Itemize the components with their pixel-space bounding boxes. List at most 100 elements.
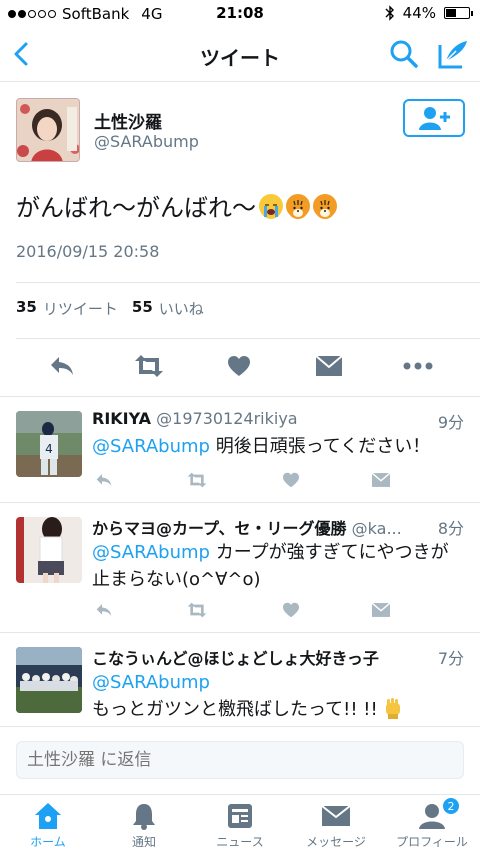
- author-handle[interactable]: @SARAbump: [94, 132, 199, 151]
- reply-header: こなうぃんど@ほじょどしょ大好きっ子 7分: [92, 645, 464, 669]
- reply-button[interactable]: [92, 599, 116, 621]
- tweet-actions: [0, 348, 480, 384]
- reply-actions: [92, 599, 392, 621]
- reply-author-handle[interactable]: @ka...: [352, 519, 402, 538]
- bell-icon: [129, 801, 159, 831]
- tab-label: 通知: [131, 835, 156, 849]
- like-label[interactable]: いいね: [159, 298, 204, 319]
- tweet-text: がんばれ〜がんばれ〜: [16, 190, 466, 226]
- bluetooth-icon: [385, 5, 394, 21]
- reply-header: RIKIYA @19730124rikiya 9分: [92, 409, 464, 433]
- tab-home[interactable]: ホーム: [0, 795, 96, 854]
- battery-percent: 44%: [402, 4, 436, 22]
- battery-icon: [444, 7, 473, 19]
- raised-fist-icon: [385, 698, 400, 719]
- status-right: 44%: [385, 4, 473, 22]
- svg-text:4: 4: [45, 442, 53, 456]
- reply-text: @SARAbump カープが強すぎてにやつきが止まらない(o^∀^o): [92, 539, 464, 593]
- search-icon[interactable]: [388, 38, 420, 70]
- like-button[interactable]: [279, 599, 303, 621]
- reply-avatar[interactable]: [16, 647, 82, 713]
- reply-input[interactable]: [16, 741, 464, 779]
- reply-body: もっとガツンと檄飛ばしたって!! !!: [92, 699, 378, 720]
- mention-link[interactable]: @SARAbump: [92, 672, 210, 693]
- reply-time: 9分: [433, 409, 464, 433]
- reply-icon: [51, 357, 73, 375]
- retweet-icon: [135, 355, 163, 377]
- reply-body: 明後日頑張ってください！: [209, 436, 431, 457]
- direct-message-button[interactable]: [369, 469, 393, 491]
- retweet-button[interactable]: [185, 599, 209, 621]
- retweet-button[interactable]: [185, 469, 209, 491]
- mention-link[interactable]: @SARAbump: [92, 542, 210, 563]
- like-heart-icon: [283, 602, 299, 618]
- tab-bar: ホーム 通知 ニュース メッセージ 2 プロフィール: [0, 794, 480, 854]
- reply-author-handle[interactable]: @19730124rikiya: [156, 409, 297, 428]
- mention-link[interactable]: @SARAbump: [92, 436, 210, 457]
- compose-icon[interactable]: [436, 37, 470, 71]
- reply-button[interactable]: [44, 348, 80, 384]
- retweet-icon: [187, 602, 207, 618]
- reply-composer: [0, 726, 480, 794]
- news-icon: [225, 801, 255, 831]
- direct-message-button[interactable]: [311, 348, 347, 384]
- retweet-button[interactable]: [131, 348, 167, 384]
- tweet-stats: 35 リツイート 55 いいね: [16, 298, 204, 319]
- tab-messages[interactable]: メッセージ: [288, 795, 384, 854]
- notification-badge: 2: [442, 797, 460, 815]
- like-heart-icon: [228, 356, 250, 376]
- home-icon: [33, 801, 63, 831]
- retweet-label[interactable]: リツイート: [43, 298, 118, 319]
- reply-author-name[interactable]: こなうぃんど@ほじょどしょ大好きっ子: [92, 649, 379, 668]
- more-button[interactable]: [400, 348, 436, 384]
- add-user-icon: [419, 107, 450, 130]
- tab-label: ニュース: [216, 835, 264, 849]
- reply-author-name[interactable]: RIKIYA: [92, 409, 151, 428]
- reply-time: 7分: [433, 645, 464, 669]
- reply-text: @SARAbump 明後日頑張ってください！: [92, 433, 464, 460]
- direct-message-icon: [316, 356, 342, 376]
- direct-message-icon: [372, 603, 390, 617]
- tweet-body: がんばれ〜がんばれ〜: [16, 194, 256, 222]
- reply-time: 8分: [433, 515, 464, 539]
- reply-icon: [96, 604, 112, 616]
- follow-button[interactable]: [403, 99, 465, 137]
- tab-notifications[interactable]: 通知: [96, 795, 192, 854]
- reply-text: @SARAbump もっとガツンと檄飛ばしたって!! !!: [92, 669, 464, 723]
- loudly-crying-face-icon: [259, 194, 283, 219]
- reply-tweet[interactable]: こなうぃんど@ほじょどしょ大好きっ子 7分 @SARAbump もっとガツンと檄飛…: [0, 632, 480, 726]
- tab-news[interactable]: ニュース: [192, 795, 288, 854]
- reply-actions: [92, 469, 392, 491]
- divider: [16, 338, 480, 339]
- like-heart-icon: [283, 472, 299, 488]
- reply-avatar[interactable]: [16, 517, 82, 583]
- tab-label: プロフィール: [396, 835, 468, 849]
- reply-button[interactable]: [92, 469, 116, 491]
- reply-icon: [96, 474, 112, 486]
- avatar[interactable]: [16, 98, 80, 162]
- tweet-author: 土性沙羅 @SARAbump: [16, 98, 466, 168]
- reply-author-name[interactable]: からマヨ@カープ、セ・リーグ優勝: [92, 519, 347, 538]
- more-dots-icon: [403, 362, 433, 370]
- like-button[interactable]: [279, 469, 303, 491]
- reply-header: からマヨ@カープ、セ・リーグ優勝 @ka... 8分: [92, 515, 464, 539]
- like-button[interactable]: [221, 348, 257, 384]
- tiger-face-icon: [286, 194, 310, 219]
- tiger-face-icon: [313, 194, 337, 219]
- reply-tweet[interactable]: 4 RIKIYA @19730124rikiya 9分 @SARAbump 明後…: [0, 396, 480, 502]
- tab-profile[interactable]: 2 プロフィール: [384, 795, 480, 854]
- direct-message-button[interactable]: [369, 599, 393, 621]
- tab-label: メッセージ: [306, 835, 366, 849]
- envelope-icon: [321, 801, 351, 831]
- tweet-timestamp: 2016/09/15 20:58: [16, 242, 160, 261]
- reply-tweet[interactable]: からマヨ@カープ、セ・リーグ優勝 @ka... 8分 @SARAbump カープ…: [0, 502, 480, 632]
- author-name[interactable]: 土性沙羅: [94, 108, 162, 133]
- divider: [16, 282, 480, 283]
- tab-label: ホーム: [30, 835, 66, 849]
- retweet-count[interactable]: 35: [16, 298, 37, 319]
- direct-message-icon: [372, 473, 390, 487]
- like-count[interactable]: 55: [132, 298, 153, 319]
- status-bar: SoftBank 4G 21:08 44%: [0, 0, 480, 28]
- reply-avatar[interactable]: 4: [16, 411, 82, 477]
- retweet-icon: [187, 472, 207, 488]
